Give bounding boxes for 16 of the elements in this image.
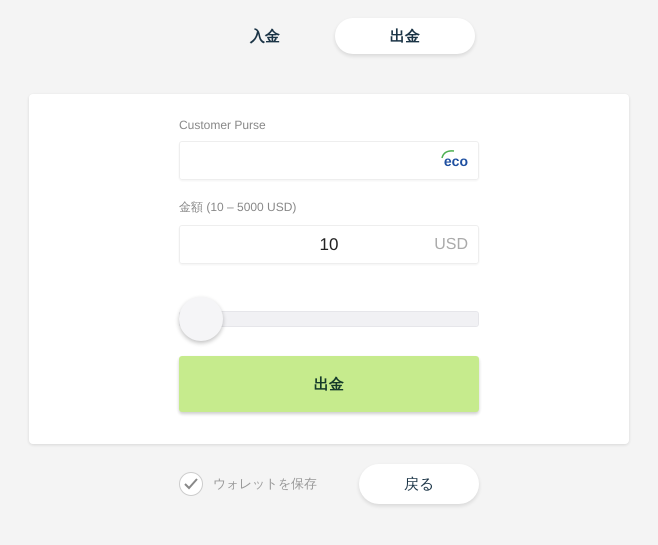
save-checkbox[interactable] — [179, 472, 203, 496]
eco-logo: eco — [444, 152, 468, 168]
purse-field[interactable]: eco — [179, 141, 479, 180]
withdraw-button[interactable]: 出金 — [179, 356, 479, 412]
check-icon — [184, 478, 198, 490]
amount-value: 10 — [320, 234, 338, 254]
amount-field[interactable]: 10 USD — [179, 225, 479, 264]
tab[interactable]: 出金 — [335, 18, 475, 54]
field-label: Customer Purse — [179, 118, 267, 132]
back-button[interactable]: 戻る — [359, 464, 479, 504]
currency-label: USD — [434, 236, 468, 254]
field-label: 金額 (10 – 5000 USD) — [179, 199, 298, 216]
tab[interactable]: 入金 — [195, 18, 335, 54]
save-wallet-label: ウォレットを保存 — [213, 475, 317, 493]
slider[interactable] — [179, 297, 479, 341]
slider-thumb[interactable] — [179, 297, 223, 341]
